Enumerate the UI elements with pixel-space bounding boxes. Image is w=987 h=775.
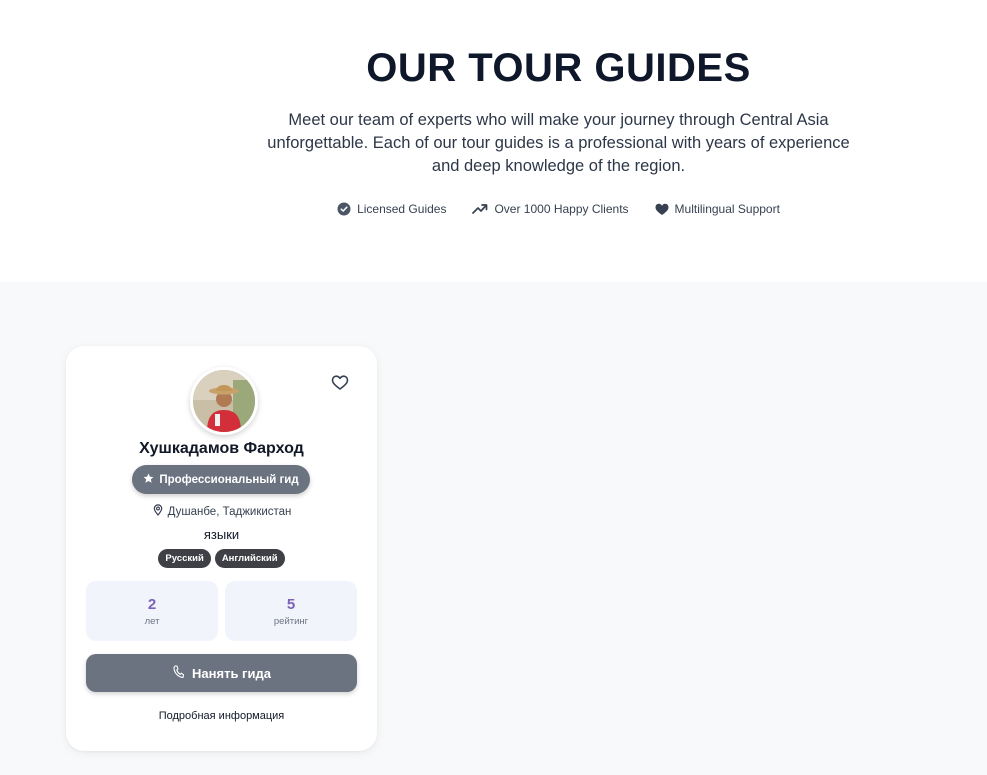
stat-value: 2 bbox=[147, 596, 157, 613]
hero-description: Meet our team of experts who will make y… bbox=[267, 111, 850, 175]
stat-rating: 5 рейтинг bbox=[225, 581, 357, 641]
hero-section: OUR TOUR GUIDES Meet our team of experts… bbox=[0, 0, 987, 282]
heart-icon bbox=[655, 203, 669, 216]
star-icon bbox=[143, 473, 154, 487]
hire-label: Нанять гида bbox=[192, 665, 271, 681]
phone-icon bbox=[172, 664, 185, 682]
stat-experience: 2 лет bbox=[86, 581, 218, 641]
guide-name: Хушкадамов Фарход bbox=[139, 440, 304, 457]
language-chip: Английский bbox=[214, 549, 285, 568]
location-text: Душанбе, Таджикистан bbox=[167, 505, 292, 518]
hire-guide-button[interactable]: Нанять гида bbox=[86, 654, 357, 692]
feature-label: Over 1000 Happy Clients bbox=[494, 202, 629, 216]
guide-card: Хушкадамов Фарход Профессиональный гид Д… bbox=[66, 346, 377, 751]
feature-licensed: Licensed Guides bbox=[337, 202, 446, 216]
feature-label: Licensed Guides bbox=[357, 202, 447, 216]
languages-label: языки bbox=[203, 527, 240, 542]
badge-label: Профессиональный гид bbox=[159, 473, 299, 486]
favorite-button[interactable] bbox=[328, 370, 352, 394]
language-chip: Русский bbox=[158, 549, 211, 568]
details-link[interactable]: Подробная информация bbox=[66, 710, 377, 722]
languages-list: Русский Английский bbox=[66, 549, 377, 568]
stat-label: рейтинг bbox=[273, 616, 309, 627]
status-badge: Профессиональный гид bbox=[132, 465, 310, 494]
heart-outline-icon bbox=[328, 375, 352, 398]
feature-label: Multilingual Support bbox=[674, 202, 780, 216]
map-pin-icon bbox=[152, 504, 164, 519]
location: Душанбе, Таджикистан bbox=[66, 504, 377, 519]
stat-label: лет bbox=[144, 616, 160, 627]
feature-multilingual: Multilingual Support bbox=[655, 202, 780, 216]
badge-check-icon bbox=[337, 202, 351, 216]
page-title: OUR TOUR GUIDES bbox=[366, 46, 751, 90]
stat-value: 5 bbox=[286, 596, 296, 613]
features-row: Licensed Guides Over 1000 Happy Clients … bbox=[0, 202, 987, 216]
avatar bbox=[190, 367, 258, 435]
trending-up-icon bbox=[472, 202, 488, 216]
guide-photo bbox=[193, 370, 255, 432]
feature-clients: Over 1000 Happy Clients bbox=[472, 202, 629, 216]
